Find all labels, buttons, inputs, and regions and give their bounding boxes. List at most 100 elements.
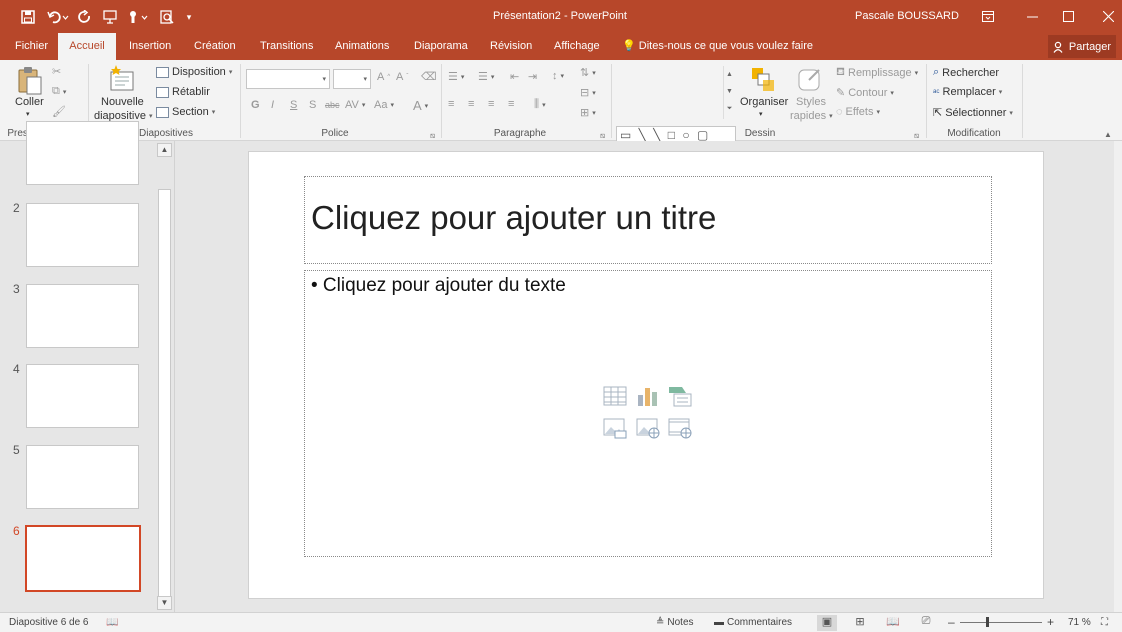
shrink-font-icon[interactable]: Aˇ — [396, 71, 408, 83]
scroll-up-icon[interactable]: ▲ — [157, 143, 172, 157]
normal-view-icon[interactable]: ▣ — [817, 615, 837, 631]
new-slide-label-line1[interactable]: Nouvelle — [101, 96, 144, 108]
start-from-beginning-icon[interactable] — [100, 7, 120, 27]
title-placeholder[interactable]: Cliquez pour ajouter un titre — [304, 176, 992, 264]
shape-fill-button[interactable]: ⛾ Remplissage ▾ — [836, 66, 918, 80]
drawing-launcher-icon[interactable]: ⧅ — [914, 131, 919, 141]
arrange-dropdown-icon[interactable]: ▾ — [759, 110, 763, 118]
zoom-level[interactable]: 71 % — [1068, 617, 1091, 628]
scrollbar-thumb[interactable] — [158, 189, 171, 599]
insert-picture-icon[interactable] — [603, 417, 627, 439]
tab-diaporama[interactable]: Diaporama — [408, 33, 474, 60]
align-left-icon[interactable]: ≡ — [448, 98, 454, 110]
share-button[interactable]: Partager — [1048, 35, 1116, 58]
change-case-button[interactable]: Aa ▾ — [374, 99, 394, 111]
columns-icon[interactable]: ⫼ ▾ — [534, 98, 546, 111]
section-button[interactable]: Section ▾ — [156, 106, 215, 118]
align-center-icon[interactable]: ≡ — [468, 98, 474, 110]
decrease-indent-icon[interactable]: ⇤ — [510, 70, 519, 83]
close-icon[interactable] — [1088, 0, 1122, 33]
slide-canvas[interactable]: Cliquez pour ajouter un titre • Cliquez … — [248, 151, 1044, 599]
justify-icon[interactable]: ≡ — [508, 98, 514, 110]
slide-thumbnail-6[interactable] — [25, 525, 141, 592]
paste-button[interactable]: Coller — [15, 96, 44, 108]
shape-outline-button[interactable]: ✎ Contour ▾ — [836, 86, 894, 100]
copy-icon[interactable]: ⧉ ▾ — [52, 85, 66, 98]
collapse-ribbon-icon[interactable]: ▲ — [1104, 130, 1112, 139]
insert-video-icon[interactable] — [668, 417, 692, 439]
font-color-button[interactable]: A ▾ — [413, 98, 428, 113]
tab-transitions[interactable]: Transitions — [254, 33, 319, 60]
line-spacing-icon[interactable]: ↕ ▾ — [552, 70, 564, 82]
bold-button[interactable]: G — [251, 99, 260, 111]
format-painter-icon[interactable]: 🖌 — [52, 105, 66, 118]
customize-qat-icon[interactable]: ▾ — [182, 7, 196, 27]
new-slide-icon[interactable] — [108, 64, 136, 94]
tell-me-box[interactable]: 💡 Dites-nous ce que vous voulez faire — [622, 33, 813, 60]
increase-indent-icon[interactable]: ⇥ — [528, 70, 537, 83]
italic-button[interactable]: I — [271, 99, 274, 111]
minimize-icon[interactable] — [1012, 0, 1052, 33]
paragraph-launcher-icon[interactable]: ⧅ — [600, 131, 605, 141]
insert-online-picture-icon[interactable] — [636, 417, 660, 439]
shapes-scroll[interactable]: ▲ ▼ ⏷ — [723, 66, 735, 119]
layout-button[interactable]: Disposition ▾ — [156, 66, 232, 78]
touch-mode-icon[interactable] — [124, 7, 152, 27]
clear-formatting-icon[interactable]: ⌫ — [421, 70, 437, 83]
replace-button[interactable]: ᵃᶜ Remplacer ▾ — [933, 86, 1002, 98]
quick-styles-label-line1[interactable]: Styles — [796, 96, 826, 108]
tab-revision[interactable]: Révision — [484, 33, 538, 60]
print-preview-icon[interactable] — [158, 7, 176, 27]
text-shadow-button[interactable]: S — [309, 99, 316, 111]
zoom-slider-thumb[interactable] — [986, 617, 989, 627]
tab-fichier[interactable]: Fichier — [9, 33, 54, 60]
slide-thumbnail-2[interactable] — [26, 203, 139, 267]
zoom-in-icon[interactable]: + — [1047, 615, 1054, 629]
find-button[interactable]: ⌕ Rechercher — [933, 66, 999, 79]
fit-to-window-icon[interactable]: ⛶ — [1101, 617, 1108, 628]
tab-insertion[interactable]: Insertion — [123, 33, 177, 60]
slide-counter[interactable]: Diapositive 6 de 6 — [9, 617, 89, 628]
spelling-check-icon[interactable]: 📖 — [106, 617, 118, 628]
tab-creation[interactable]: Création — [188, 33, 242, 60]
text-direction-icon[interactable]: ⇅ ▾ — [580, 66, 596, 79]
arrange-button[interactable]: Organiser — [740, 96, 788, 108]
strikethrough-button[interactable]: abc — [325, 100, 340, 110]
reading-view-icon[interactable]: 📖 — [883, 615, 903, 631]
paste-dropdown-icon[interactable]: ▾ — [26, 110, 30, 118]
quick-styles-button[interactable]: rapides ▾ — [790, 110, 833, 122]
font-launcher-icon[interactable]: ⧅ — [430, 131, 435, 141]
redo-icon[interactable] — [76, 7, 94, 27]
slide-thumbnail-3[interactable] — [26, 284, 139, 348]
numbering-icon[interactable]: ☰ ▾ — [478, 70, 494, 83]
save-icon[interactable] — [18, 7, 38, 27]
tab-animations[interactable]: Animations — [329, 33, 395, 60]
underline-button[interactable]: S — [290, 99, 297, 111]
content-placeholder[interactable]: • Cliquez pour ajouter du texte — [304, 270, 992, 557]
insert-smartart-icon[interactable] — [668, 385, 692, 407]
zoom-out-icon[interactable]: – — [948, 615, 955, 629]
maximize-icon[interactable] — [1048, 0, 1088, 33]
paste-icon[interactable] — [17, 66, 43, 96]
editor-scrollbar[interactable] — [1114, 141, 1122, 612]
bullets-icon[interactable]: ☰ ▾ — [448, 70, 464, 83]
slide-sorter-icon[interactable]: ⊞ — [850, 615, 870, 631]
comments-button[interactable]: ▬ Commentaires — [714, 617, 792, 628]
tab-affichage[interactable]: Affichage — [548, 33, 606, 60]
thumbnails-scrollbar[interactable]: ▲ ▼ — [157, 143, 172, 610]
user-name[interactable]: Pascale BOUSSARD — [855, 10, 959, 22]
font-name-combo[interactable]: ▾ — [246, 69, 330, 89]
undo-icon[interactable] — [44, 7, 72, 27]
insert-table-icon[interactable] — [603, 385, 627, 407]
slide-thumbnail-5[interactable] — [26, 445, 139, 509]
select-button[interactable]: ⇱ Sélectionner ▾ — [933, 106, 1013, 120]
character-spacing-button[interactable]: AV ▾ — [345, 99, 365, 111]
font-size-combo[interactable]: ▾ — [333, 69, 371, 89]
slide-thumbnail-1[interactable] — [26, 121, 139, 185]
zoom-slider[interactable] — [960, 622, 1042, 623]
slide-thumbnail-4[interactable] — [26, 364, 139, 428]
shape-effects-button[interactable]: ◌ Effets ▾ — [836, 106, 880, 118]
align-right-icon[interactable]: ≡ — [488, 98, 494, 110]
quick-styles-icon[interactable] — [797, 66, 823, 94]
align-text-icon[interactable]: ⊟ ▾ — [580, 86, 596, 99]
